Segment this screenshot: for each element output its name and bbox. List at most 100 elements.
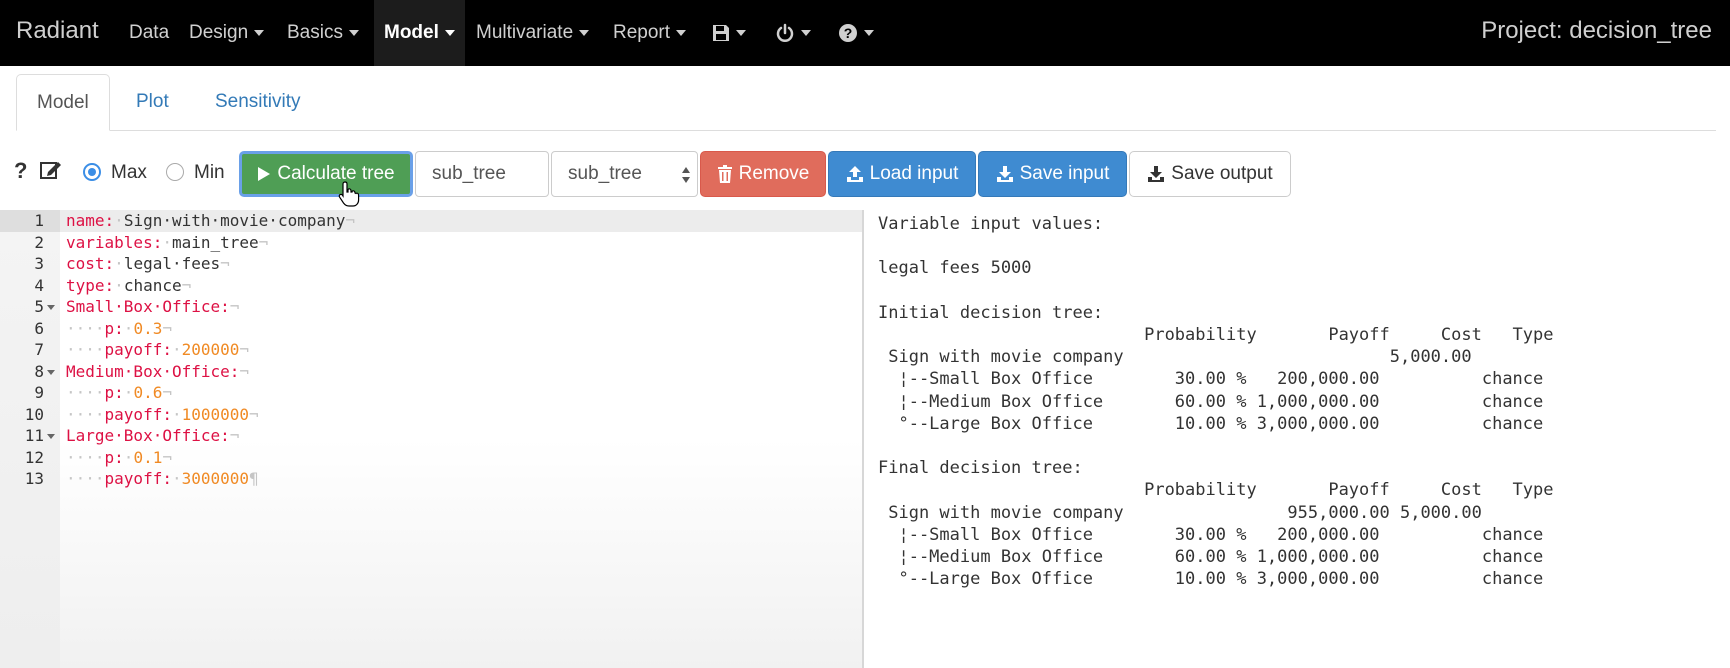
yaml-value: 3000000 [181, 469, 250, 488]
line-number: 13 [24, 469, 44, 488]
updown-arrows-icon [682, 167, 690, 183]
upload-icon [846, 166, 863, 182]
tab-plot[interactable]: Plot [136, 74, 169, 130]
yaml-key: p: [104, 447, 124, 467]
code-text: variables:·main_tree¬ [66, 232, 268, 254]
load-input-button[interactable]: Load input [828, 151, 976, 197]
caret-down-icon [254, 29, 265, 36]
yaml-value: 0.1 [133, 447, 163, 467]
fold-arrow-icon[interactable] [47, 369, 55, 375]
yaml-editor[interactable]: 1 name:·Sign·with·movie·company¬ 2 variable… [0, 210, 864, 668]
editor-line: 1 name:·Sign·with·movie·company¬ [0, 210, 862, 232]
tab-model[interactable]: Model [16, 74, 110, 131]
yaml-value: 1000000 [181, 404, 250, 424]
yaml-value: 0.3 [133, 318, 163, 338]
line-number: 3 [34, 254, 44, 273]
nav-report[interactable]: Report [613, 0, 687, 66]
output-line: Sign with movie company 955,000.00 5,000… [878, 502, 1482, 523]
caret-down-icon [444, 29, 455, 36]
eol-marker: ¬ [162, 447, 172, 467]
radio-min-label: Min [194, 162, 225, 183]
yaml-value: chance [123, 275, 182, 295]
line-number: 2 [34, 232, 44, 252]
fold-arrow-icon[interactable] [47, 305, 55, 310]
radio-max-label: Max [111, 162, 147, 183]
nav-save-menu[interactable] [712, 0, 746, 66]
save-input-button[interactable]: Save input [978, 151, 1127, 197]
space-marker: · [123, 447, 134, 467]
space-marker: · [162, 232, 172, 252]
yaml-value: main_tree [171, 232, 259, 252]
code-text: Medium·Box·Office:¬ [66, 361, 249, 383]
code-text: Large·Box·Office:¬ [66, 425, 239, 447]
project-title: Project: decision_tree [1481, 17, 1712, 44]
radio-min[interactable] [166, 163, 184, 181]
output-line: Sign with movie company 5,000.00 [878, 347, 1472, 368]
space-marker: · [171, 469, 182, 488]
calculate-tree-button[interactable]: Calculate tree [239, 151, 413, 197]
space-marker: · [114, 275, 124, 295]
edit-icon[interactable] [40, 160, 62, 180]
eol-marker: ¬ [239, 340, 250, 359]
eol-marker: ¬ [162, 318, 172, 338]
nav-data[interactable]: Data [129, 0, 169, 66]
editor-line: 4 type:·chance¬ [0, 275, 862, 297]
fold-arrow-icon[interactable] [47, 434, 55, 439]
yaml-value: Sign·with·movie·company [123, 211, 346, 230]
output-line: °--Large Box Office 10.00 % 3,000,000.00… [878, 569, 1544, 590]
tab-sensitivity[interactable]: Sensitivity [215, 74, 301, 130]
download-icon [1148, 166, 1165, 182]
caret-down-icon [348, 29, 359, 36]
editor-line: 8 Medium·Box·Office:¬ [0, 361, 862, 383]
space-marker: · [171, 340, 182, 359]
nav-multivariate[interactable]: Multivariate [476, 0, 590, 66]
nav-model[interactable]: Model [374, 0, 465, 66]
help-button[interactable]: ? [14, 158, 27, 184]
help-icon: ? [839, 23, 857, 42]
output-line: Probability Payoff Cost Type [878, 480, 1554, 501]
navbar: Radiant Data Design Basics Model Multiva… [0, 0, 1730, 66]
output-line: ¦--Small Box Office 30.00 % 200,000.00 c… [878, 524, 1544, 545]
sub-tree-name-input[interactable]: sub_tree [415, 151, 549, 197]
hand-cursor-icon [338, 181, 360, 207]
output-line: ¦--Small Box Office 30.00 % 200,000.00 c… [878, 369, 1544, 390]
line-number: 6 [34, 318, 44, 338]
yaml-key: type: [66, 275, 115, 295]
nav-design[interactable]: Design [189, 0, 265, 66]
yaml-key: p: [104, 383, 124, 402]
sub-tree-select[interactable]: sub_tree [551, 151, 698, 197]
save-output-label: Save output [1171, 163, 1273, 184]
save-output-button[interactable]: Save output [1129, 151, 1291, 197]
indent-marker: ···· [66, 383, 105, 402]
output-line: Initial decision tree: [878, 302, 1104, 323]
tab-bar: Model Plot Sensitivity [16, 74, 1716, 131]
nav-data-label: Data [129, 22, 170, 43]
code-text: ····payoff:·200000¬ [66, 339, 249, 361]
nav-basics[interactable]: Basics [287, 0, 359, 66]
nav-design-label: Design [189, 22, 249, 43]
nav-power-menu[interactable] [775, 0, 811, 66]
yaml-key: p: [104, 318, 124, 338]
nav-model-label: Model [384, 22, 439, 43]
indent-marker: ···· [66, 318, 105, 338]
code-text: name:·Sign·with·movie·company¬ [66, 210, 355, 232]
save-icon [713, 24, 729, 41]
output-line: Variable input values: [878, 214, 1104, 234]
space-marker: · [171, 404, 182, 424]
output-line: ¦--Medium Box Office 60.00 % 1,000,000.0… [878, 391, 1544, 412]
caret-down-icon [864, 29, 874, 36]
radio-max[interactable] [83, 163, 101, 181]
editor-line: 9 ····p:·0.6¬ [0, 382, 862, 404]
svg-text:?: ? [844, 25, 853, 41]
nav-help-menu[interactable]: ? [838, 0, 874, 66]
line-number: 12 [24, 447, 44, 467]
yaml-key: Small·Box·Office: [66, 297, 230, 316]
load-input-label: Load input [869, 163, 959, 184]
remove-button[interactable]: Remove [700, 151, 826, 197]
nav-report-label: Report [613, 22, 671, 43]
editor-line: 10 ····payoff:·1000000¬ [0, 404, 862, 426]
brand[interactable]: Radiant [16, 17, 99, 45]
space-marker: · [123, 318, 134, 338]
code-text: ····p:·0.1¬ [66, 447, 172, 469]
yaml-key: Large·Box·Office: [66, 426, 230, 445]
